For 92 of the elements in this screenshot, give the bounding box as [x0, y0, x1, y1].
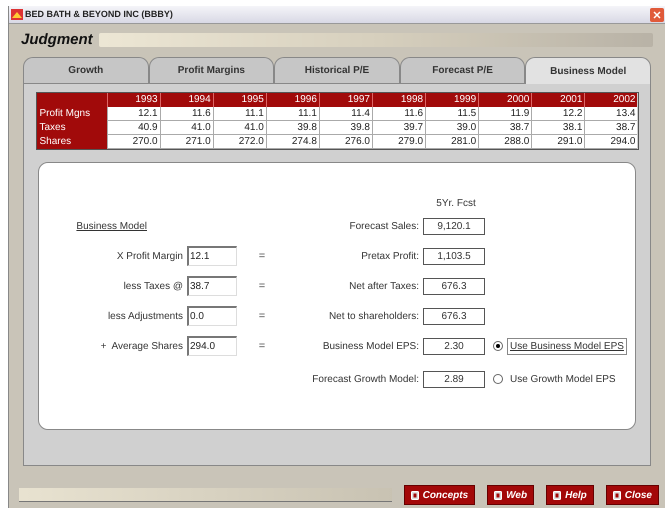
- action-button[interactable]: Web: [487, 485, 534, 505]
- equals-sign: =: [258, 248, 266, 264]
- radio-button[interactable]: [493, 341, 503, 351]
- output-field: 1,103.5: [423, 248, 485, 264]
- output-field: 676.3: [423, 308, 485, 324]
- equals-sign: =: [258, 338, 266, 354]
- field-label: + Average Shares: [100, 340, 183, 354]
- square-icon: [494, 490, 502, 500]
- column-header: 1996: [266, 93, 319, 107]
- table-cell: 38.7: [584, 121, 638, 135]
- square-icon: [612, 490, 621, 500]
- column-header: 2001: [531, 93, 584, 107]
- output-field: 676.3: [423, 278, 485, 294]
- table-cell: 39.8: [318, 121, 372, 135]
- tab[interactable]: Historical P/E: [274, 57, 400, 83]
- table-cell: 11.6: [160, 107, 213, 121]
- table-cell: 39.7: [372, 121, 426, 135]
- column-heading: 5Yr. Fcst: [435, 197, 477, 211]
- column-header: 1994: [160, 93, 213, 107]
- column-header: 1997: [318, 93, 372, 107]
- app-icon: [11, 9, 23, 20]
- field-label: X Profit Margin: [116, 250, 183, 264]
- action-button[interactable]: Close: [606, 485, 659, 505]
- table-cell: 38.7: [478, 121, 532, 135]
- table-cell: 271.0: [160, 135, 213, 149]
- column-header: 1995: [212, 93, 266, 107]
- column-header: 2000: [478, 93, 532, 107]
- table-cell: 13.4: [584, 107, 638, 121]
- output-field: 9,120.1: [423, 218, 485, 234]
- close-button[interactable]: [650, 8, 664, 22]
- table-cell: 38.1: [531, 121, 584, 135]
- field-label: Pretax Profit:: [360, 250, 419, 264]
- input-field[interactable]: 38.7: [187, 276, 237, 296]
- radio-label[interactable]: Use Business Model EPS: [507, 338, 627, 354]
- table-cell: 41.0: [212, 121, 266, 135]
- table-cell: 11.5: [425, 107, 478, 121]
- table-cell: 281.0: [425, 135, 478, 149]
- field-label: Net to shareholders:: [328, 310, 419, 324]
- tab[interactable]: Profit Margins: [148, 57, 274, 83]
- column-header: 2002: [584, 93, 638, 107]
- table-cell: 12.1: [106, 107, 160, 121]
- row-header: Profit Mgns: [36, 107, 106, 121]
- close-icon: [653, 10, 661, 18]
- table-cell: 270.0: [106, 135, 160, 149]
- table-cell: 291.0: [531, 135, 584, 149]
- window-title: BED BATH & BEYOND INC (BBBY): [25, 8, 173, 21]
- row-header: Shares: [36, 135, 106, 149]
- input-field[interactable]: 12.1: [187, 246, 237, 266]
- equals-sign: =: [258, 308, 266, 324]
- table-cell: 11.6: [372, 107, 426, 121]
- row-header: Taxes: [36, 121, 106, 135]
- table-cell: 39.0: [425, 121, 478, 135]
- radio-button[interactable]: [493, 374, 503, 384]
- square-icon: [410, 490, 419, 500]
- action-button[interactable]: Help: [546, 485, 594, 505]
- column-header: 1998: [372, 93, 426, 107]
- field-label: Forecast Sales:: [348, 220, 419, 234]
- field-label: Business Model EPS:: [322, 340, 419, 354]
- equals-sign: =: [258, 278, 266, 294]
- column-header: 1993: [106, 93, 160, 107]
- tab[interactable]: Growth: [23, 57, 149, 83]
- tab[interactable]: Forecast P/E: [400, 57, 526, 83]
- field-label: less Taxes @: [122, 280, 183, 294]
- table-cell: 39.8: [266, 121, 319, 135]
- table-cell: 11.1: [266, 107, 319, 121]
- input-field[interactable]: 0.0: [187, 306, 237, 326]
- output-field: 2.30: [423, 338, 485, 354]
- radio-label[interactable]: Use Growth Model EPS: [507, 370, 619, 388]
- field-label: Net after Taxes:: [348, 280, 419, 294]
- field-label: less Adjustments: [106, 310, 183, 324]
- input-field[interactable]: 294.0: [187, 336, 237, 356]
- table-cell: 294.0: [584, 135, 638, 149]
- table-cell: 11.1: [212, 107, 266, 121]
- action-button[interactable]: Concepts: [404, 485, 476, 505]
- section-heading: Business Model: [75, 220, 148, 234]
- table-cell: 288.0: [478, 135, 532, 149]
- column-header: 1999: [425, 93, 478, 107]
- table-cell: 11.9: [478, 107, 532, 121]
- table-cell: 276.0: [318, 135, 372, 149]
- field-label: Forecast Growth Model:: [311, 372, 419, 386]
- table-corner: [36, 93, 106, 107]
- table-cell: 40.9: [106, 121, 160, 135]
- square-icon: [553, 490, 562, 500]
- table-cell: 41.0: [160, 121, 213, 135]
- table-cell: 272.0: [212, 135, 266, 149]
- table-cell: 274.8: [266, 135, 319, 149]
- section-title: Judgment: [21, 30, 93, 50]
- tab[interactable]: Business Model: [525, 57, 651, 84]
- table-cell: 279.0: [372, 135, 426, 149]
- table-cell: 12.2: [531, 107, 584, 121]
- table-cell: 11.4: [318, 107, 372, 121]
- output-field: 2.89: [423, 370, 485, 388]
